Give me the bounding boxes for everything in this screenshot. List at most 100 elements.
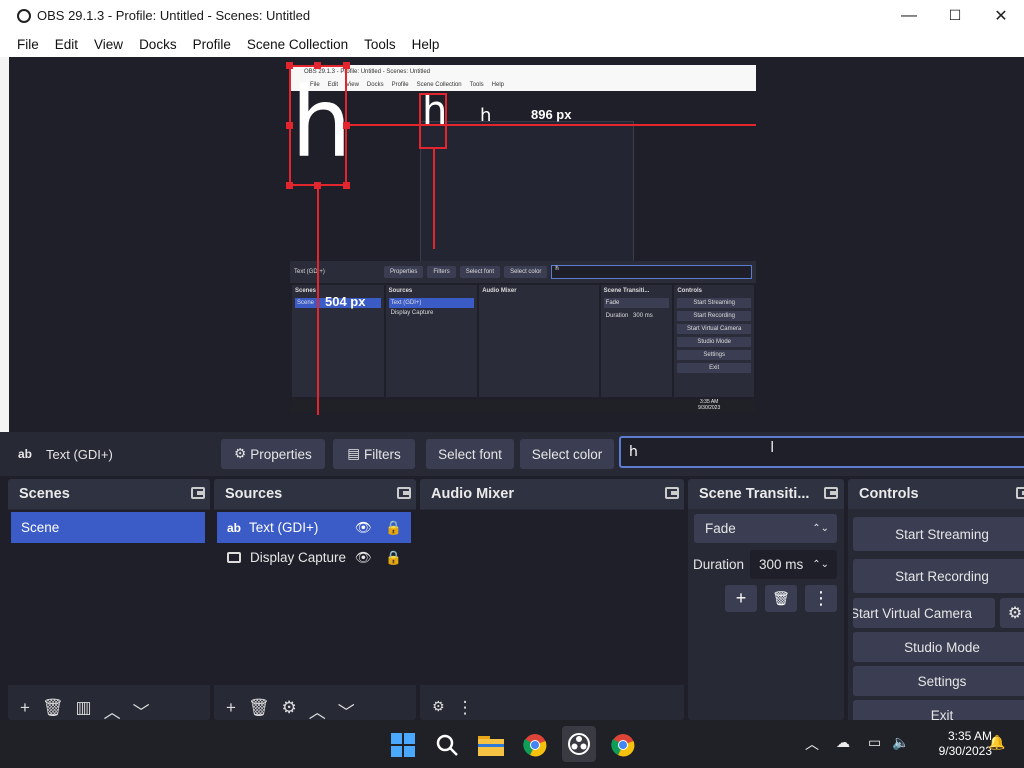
search-icon[interactable]	[434, 732, 460, 758]
undock-icon[interactable]	[191, 487, 205, 499]
transitions-title: Scene Transiti...	[699, 486, 810, 502]
lock-icon[interactable]: 🔒	[385, 550, 402, 566]
resize-handle-br[interactable]	[343, 182, 350, 189]
nested-selection-box	[419, 93, 447, 149]
title-bar: OBS 29.1.3 - Profile: Untitled - Scenes:…	[0, 0, 1024, 31]
resize-handle-tm[interactable]	[314, 62, 321, 69]
trash-icon[interactable]: 🗑	[42, 698, 64, 718]
start-recording-button[interactable]: Start Recording	[853, 559, 1024, 593]
select-color-button[interactable]: Select color	[520, 439, 614, 469]
filters-button[interactable]: ▤ Filters	[333, 439, 415, 469]
scenes-title: Scenes	[19, 486, 70, 502]
source-label: Display Capture	[250, 550, 347, 565]
preview-canvas[interactable]: OBS 29.1.3 - Profile: Untitled - Scenes:…	[290, 65, 756, 413]
close-button[interactable]: ✕	[978, 0, 1024, 31]
filter-icon[interactable]: ▥	[76, 698, 92, 718]
mini-menu-bar: File Edit View Docks Profile Scene Colle…	[290, 79, 756, 91]
obs-logo-icon	[17, 8, 31, 23]
onedrive-icon[interactable]: ☁	[836, 734, 850, 751]
eye-icon[interactable]: 👁	[355, 520, 372, 536]
mini-transitions-dock: Scene Transiti... Fade Duration 300 ms	[600, 285, 673, 397]
start-streaming-button[interactable]: Start Streaming	[853, 517, 1024, 551]
scene-item[interactable]: Scene	[11, 512, 205, 543]
trash-icon[interactable]: 🗑	[248, 698, 270, 718]
controls-body: Start Streaming Start Recording Start Vi…	[848, 510, 1024, 730]
file-explorer-icon[interactable]	[478, 732, 504, 758]
preview-area[interactable]: OBS 29.1.3 - Profile: Untitled - Scenes:…	[0, 57, 1024, 432]
menu-docks[interactable]: Docks	[131, 37, 185, 52]
duration-spinbox[interactable]: 300 ms ⌃⌄	[750, 550, 837, 579]
mini-text-input: h	[551, 265, 752, 279]
network-icon[interactable]: ▭	[868, 734, 881, 751]
start-virtual-camera-button[interactable]: Start Virtual Camera	[853, 598, 995, 628]
minimize-button[interactable]: —	[886, 0, 932, 31]
select-font-button[interactable]: Select font	[426, 439, 514, 469]
add-icon[interactable]: +	[226, 698, 236, 718]
studio-mode-button[interactable]: Studio Mode	[853, 632, 1024, 662]
resize-handle-ml[interactable]	[286, 122, 293, 129]
menu-scene-collection[interactable]: Scene Collection	[239, 37, 356, 52]
volume-icon[interactable]: 🔈	[892, 734, 909, 751]
sources-dock-title: Sources	[214, 479, 416, 509]
selected-source-name: Text (GDI+)	[46, 446, 113, 462]
lock-icon[interactable]: 🔒	[385, 520, 402, 536]
resize-handle-tr[interactable]	[343, 62, 350, 69]
selected-source: ab Text (GDI+)	[0, 447, 221, 462]
virtual-camera-settings-button[interactable]: ⚙	[1000, 598, 1024, 628]
menu-view[interactable]: View	[86, 37, 131, 52]
remove-transition-button[interactable]: 🗑	[765, 585, 797, 612]
sources-footer: + 🗑 ⚙ ︿ ﹀	[214, 698, 416, 722]
duration-label: Duration	[693, 557, 745, 572]
mini-source-toolbar: Text (GDI+) Properties Filters Select fo…	[290, 261, 756, 283]
undock-icon[interactable]	[824, 487, 838, 499]
nested-preview	[420, 121, 634, 271]
menu-profile[interactable]: Profile	[185, 37, 239, 52]
undock-icon[interactable]	[665, 487, 679, 499]
menu-edit[interactable]: Edit	[47, 37, 86, 52]
obs-icon[interactable]	[562, 726, 596, 762]
resize-handle-tl[interactable]	[286, 62, 293, 69]
resize-handle-bm[interactable]	[314, 182, 321, 189]
undock-icon[interactable]	[1016, 487, 1024, 499]
notification-bell-icon[interactable]: 🔔	[988, 734, 1005, 751]
settings-button[interactable]: Settings	[853, 666, 1024, 696]
menu-file[interactable]: File	[0, 37, 47, 52]
chrome-icon[interactable]	[610, 732, 636, 758]
menu-help[interactable]: Help	[404, 37, 448, 52]
spin-arrows-icon[interactable]: ⌃⌄	[812, 559, 829, 570]
resize-handle-bl[interactable]	[286, 182, 293, 189]
chrome-icon[interactable]	[522, 732, 548, 758]
source-item[interactable]: Display Capture 👁 🔒	[217, 542, 411, 573]
transition-menu-button[interactable]: ⋮	[805, 585, 837, 612]
scenes-dock-title: Scenes	[8, 479, 210, 509]
nested-guide-vertical	[433, 149, 435, 249]
mini-start-recording: Start Recording	[677, 311, 751, 321]
start-virtual-camera-label: Start Virtual Camera	[853, 605, 973, 621]
maximize-button[interactable]: ☐	[932, 0, 978, 31]
chevron-up-icon[interactable]: ︿	[805, 734, 819, 754]
add-icon[interactable]: +	[20, 698, 30, 718]
transition-select[interactable]: Fade ⌃⌄	[694, 514, 837, 543]
eye-icon[interactable]: 👁	[355, 550, 372, 566]
text-input[interactable]: h	[619, 436, 1024, 468]
mini-settings: Settings	[677, 350, 751, 360]
windows-start-icon[interactable]	[390, 732, 416, 758]
undock-icon[interactable]	[397, 487, 411, 499]
add-transition-button[interactable]: +	[725, 585, 757, 612]
scene-transitions-dock: Scene Transiti... Fade ⌃⌄ Duration 300 m…	[688, 479, 844, 720]
source-item[interactable]: ab Text (GDI+) 👁 🔒	[217, 512, 411, 543]
properties-button[interactable]: ⚙ Properties	[221, 439, 325, 469]
more-icon[interactable]: ⋮	[457, 698, 474, 718]
menu-bar: File Edit View Docks Profile Scene Colle…	[0, 31, 1024, 57]
taskbar: ︿ ☁ ▭ 🔈 3:35 AM 9/30/2023 🔔	[0, 720, 1024, 768]
menu-tools[interactable]: Tools	[356, 37, 404, 52]
clock[interactable]: 3:35 AM 9/30/2023	[918, 729, 992, 759]
transition-value: Fade	[705, 521, 736, 536]
mini-controls-title: Controls	[677, 288, 703, 294]
mini-duration-value: 300 ms	[633, 313, 653, 319]
resize-handle-mr[interactable]	[343, 122, 350, 129]
gear-icon[interactable]: ⚙	[282, 698, 297, 718]
gear-icon[interactable]: ⚙	[432, 698, 445, 715]
sources-title: Sources	[225, 486, 283, 502]
mini-preview-area	[290, 91, 756, 271]
